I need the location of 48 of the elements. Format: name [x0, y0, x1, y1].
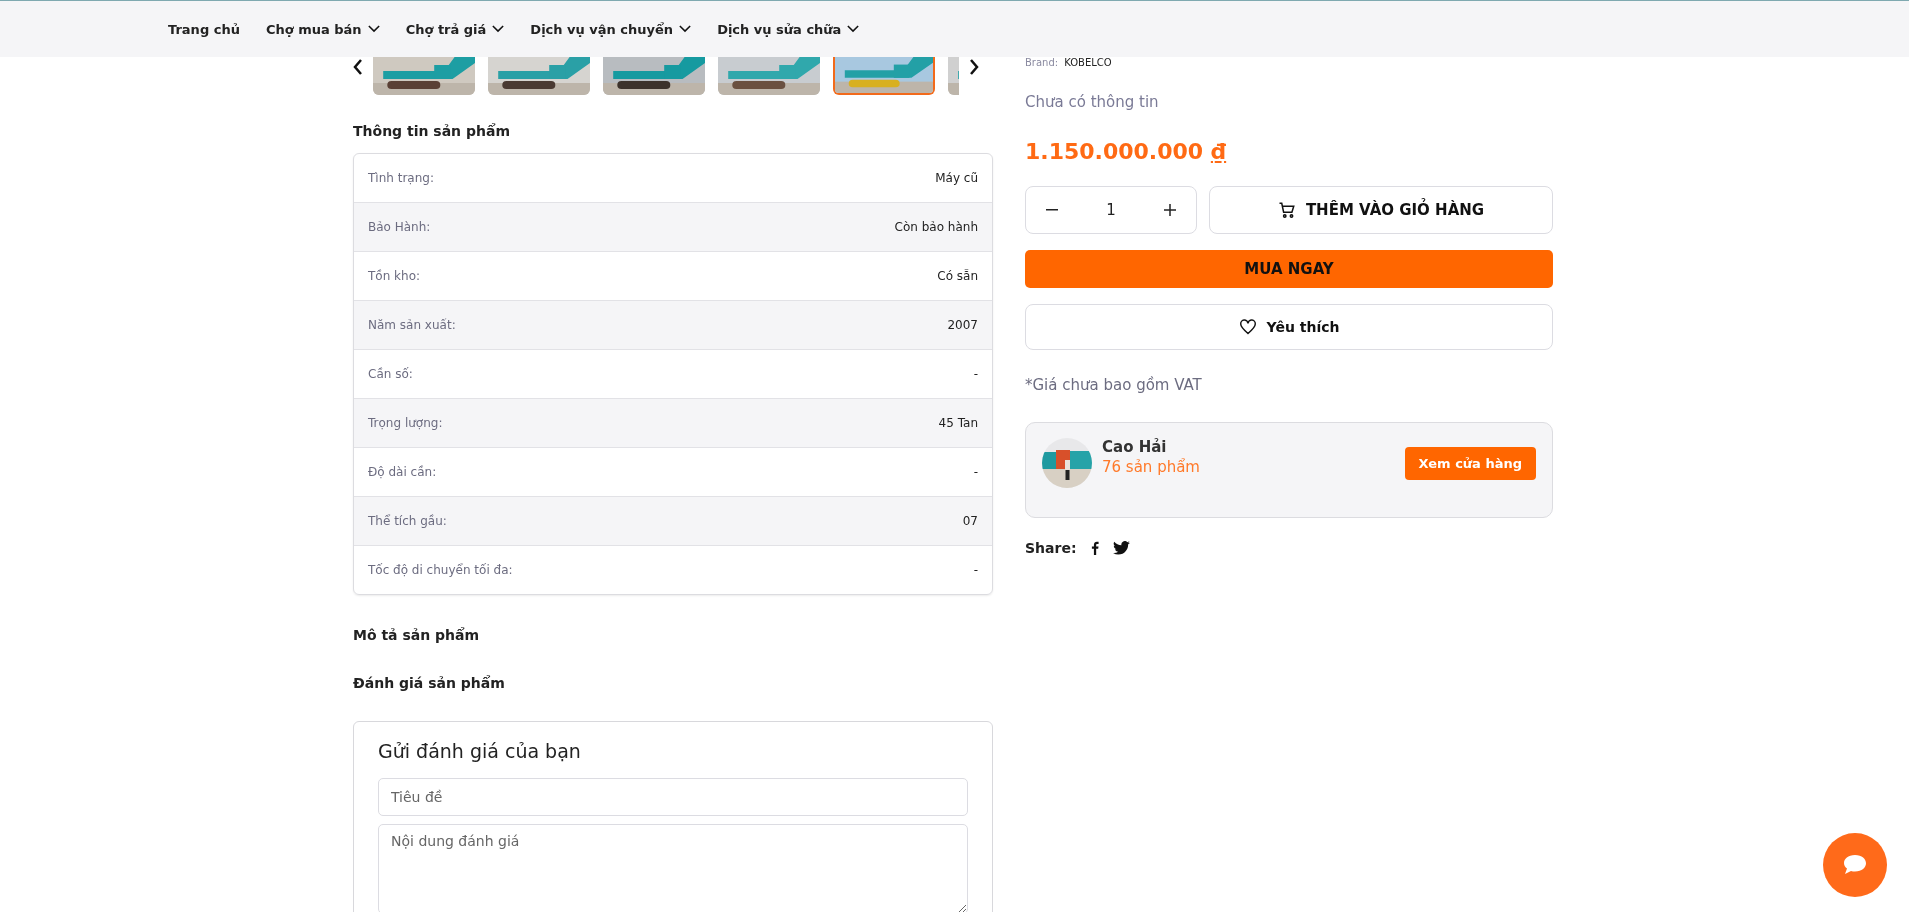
review-content-field[interactable]: Nội dung đánh giá — [378, 824, 968, 912]
spec-value: Còn bảo hành — [894, 220, 978, 234]
review-form-title: Gửi đánh giá của bạn — [378, 740, 581, 762]
product-summary: Chưa có thông tin — [1025, 93, 1159, 111]
spec-label: Thể tích gầu: — [368, 514, 447, 528]
add-to-cart-button[interactable]: THÊM VÀO GIỎ HÀNG — [1209, 186, 1553, 234]
section-title: Thông tin sản phẩm — [353, 123, 510, 139]
nav-link[interactable]: Dịch vụ vận chuyển — [530, 21, 692, 37]
spec-value: - — [973, 563, 978, 577]
vat-note: *Giá chưa bao gồm VAT — [1025, 376, 1202, 394]
nav-link[interactable]: Chợ trả giá — [405, 21, 505, 37]
price: 1.150.000.000 ₫ — [1025, 139, 1227, 164]
spec-value: Máy cũ — [935, 171, 978, 185]
heart-icon — [1238, 319, 1257, 335]
share-label: Share: — [1025, 540, 1077, 556]
seller-product-count: 76 sản phẩm — [1102, 458, 1200, 476]
chat-icon — [1841, 853, 1869, 877]
buy-now-button[interactable]: MUA NGAY — [1025, 250, 1553, 288]
brand-value: KOBELCO — [1064, 57, 1112, 68]
spec-value: 07 — [962, 514, 978, 528]
spec-label: Trọng lượng: — [368, 416, 443, 430]
plus-icon[interactable] — [1164, 204, 1176, 216]
seller-name[interactable]: Cao Hải — [1102, 438, 1167, 456]
spec-value: 45 Tan — [938, 416, 978, 430]
spec-value: - — [973, 465, 978, 479]
spec-value: Có sẵn — [937, 269, 978, 283]
nav-link[interactable]: Dịch vụ sửa chữa — [717, 21, 860, 37]
facebook-icon[interactable] — [1090, 541, 1099, 555]
section-title: Đánh giá sản phẩm — [353, 675, 505, 691]
spec-label: Tốc độ di chuyển tối đa: — [368, 563, 513, 577]
spec-label: Tình trạng: — [368, 171, 434, 185]
nav-link[interactable]: Trang chủ — [168, 21, 240, 37]
cart-icon — [1277, 201, 1296, 219]
spec-label: Tồn kho: — [368, 269, 421, 283]
spec-label: Độ dài cần: — [368, 465, 437, 479]
section-title: Mô tả sản phẩm — [353, 627, 480, 643]
title-input-field[interactable]: Tiêu đề — [378, 778, 968, 816]
nav-link[interactable]: Chợ mua bán — [265, 21, 380, 37]
twitter-icon[interactable] — [1112, 541, 1130, 555]
favorite-button[interactable]: Yêu thích — [1025, 304, 1553, 350]
spec-label: Bảo Hành: — [368, 220, 431, 234]
spec-value: - — [973, 367, 978, 381]
spec-value: 2007 — [947, 318, 978, 332]
brand-label: Brand: — [1025, 57, 1059, 68]
spec-label: Cần số: — [368, 367, 413, 381]
spec-label: Năm sản xuất: — [368, 318, 456, 332]
quantity-value[interactable]: 1 — [1106, 201, 1116, 219]
minus-icon[interactable] — [1046, 209, 1058, 211]
